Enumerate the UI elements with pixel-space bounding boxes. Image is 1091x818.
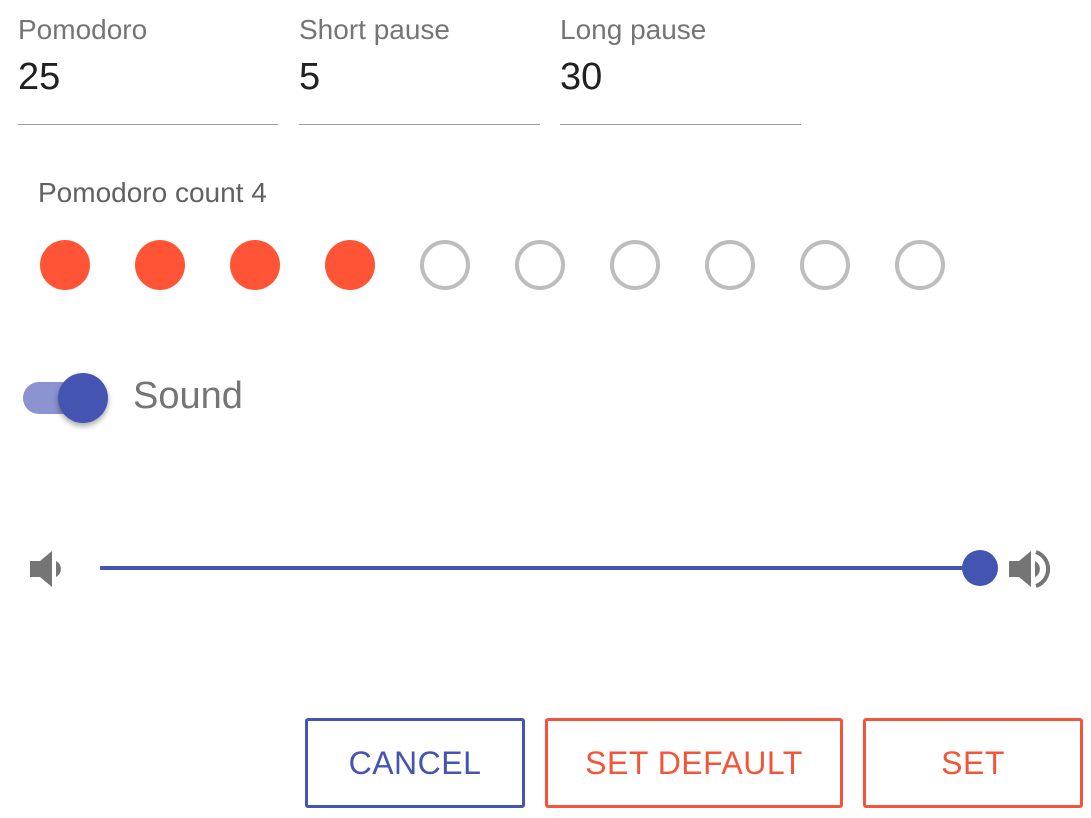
long-pause-input[interactable] <box>560 56 801 99</box>
pomodoro-input[interactable] <box>18 56 278 99</box>
sound-label: Sound <box>133 375 243 417</box>
volume-slider[interactable] <box>100 548 998 588</box>
pomodoro-count-label: Pomodoro count 4 <box>38 177 267 208</box>
volume-slider-track <box>100 566 980 570</box>
pomodoro-count-dot-9[interactable] <box>800 240 850 290</box>
settings-dialog: Pomodoro Short pause Long pause Pomodoro… <box>0 0 1091 818</box>
pomodoro-count-dot-10[interactable] <box>895 240 945 290</box>
cancel-button[interactable]: CANCEL <box>305 718 525 808</box>
short-pause-field: Short pause <box>299 0 540 125</box>
pomodoro-count-selector <box>40 240 960 290</box>
pomodoro-count-dot-4[interactable] <box>325 240 375 290</box>
pomodoro-count-dot-5[interactable] <box>420 240 470 290</box>
pomodoro-count-dot-3[interactable] <box>230 240 280 290</box>
long-pause-field-label: Long pause <box>560 14 707 45</box>
pomodoro-count-dot-6[interactable] <box>515 240 565 290</box>
pomodoro-count-dot-8[interactable] <box>705 240 755 290</box>
set-button[interactable]: SET <box>863 718 1083 808</box>
short-pause-input[interactable] <box>299 56 540 99</box>
sound-toggle-thumb <box>58 373 108 423</box>
sound-toggle[interactable] <box>22 372 112 424</box>
long-pause-field: Long pause <box>560 0 801 125</box>
pomodoro-field: Pomodoro <box>18 0 278 125</box>
pomodoro-count-dot-7[interactable] <box>610 240 660 290</box>
volume-slider-thumb[interactable] <box>962 550 998 586</box>
short-pause-field-label: Short pause <box>299 14 450 45</box>
set-default-button[interactable]: SET DEFAULT <box>545 718 843 808</box>
pomodoro-field-label: Pomodoro <box>18 14 148 45</box>
pomodoro-count-dot-2[interactable] <box>135 240 185 290</box>
volume-down-icon <box>28 548 76 590</box>
pomodoro-count-dot-1[interactable] <box>40 240 90 290</box>
volume-up-icon <box>1007 548 1055 590</box>
